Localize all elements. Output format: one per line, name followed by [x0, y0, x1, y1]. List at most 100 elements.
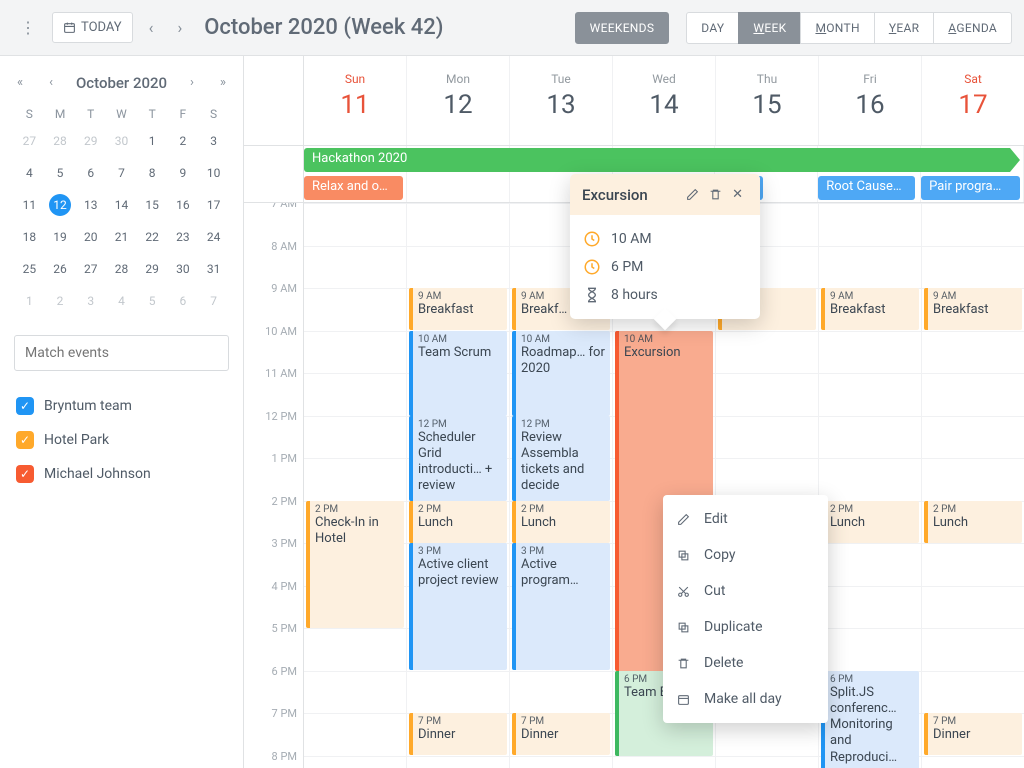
mini-cal-day[interactable]: 30 [106, 125, 137, 157]
mini-cal-day[interactable]: 31 [198, 253, 229, 285]
menu-copy[interactable]: Copy [663, 537, 828, 573]
calendar-event[interactable]: 9 AMBreakfast [924, 288, 1022, 330]
mini-cal-day[interactable]: 2 [45, 285, 76, 317]
resource-item[interactable]: ✓Bryntum team [14, 389, 229, 423]
menu-icon[interactable]: ⋮ [12, 10, 44, 45]
delete-icon[interactable] [704, 185, 727, 204]
mini-cal-day[interactable]: 1 [14, 285, 45, 317]
mini-cal-day[interactable]: 22 [137, 221, 168, 253]
allday-event[interactable]: Pair progra… [921, 176, 1020, 200]
mini-cal-day[interactable]: 10 [198, 157, 229, 189]
calendar-event[interactable]: 12 PMScheduler Grid introducti… + review [409, 416, 507, 501]
allday-event[interactable]: Hackathon 2020 [304, 148, 1020, 172]
today-button[interactable]: TODAY [52, 12, 133, 43]
resource-item[interactable]: ✓Michael Johnson [14, 457, 229, 491]
resource-item[interactable]: ✓Hotel Park [14, 423, 229, 457]
menu-edit[interactable]: Edit [663, 501, 828, 537]
mini-cal-day[interactable]: 27 [14, 125, 45, 157]
weekends-toggle[interactable]: WEEKENDS [575, 12, 670, 44]
mini-cal-day[interactable]: 19 [45, 221, 76, 253]
mini-cal-day[interactable]: 2 [168, 125, 199, 157]
menu-cut[interactable]: Cut [663, 573, 828, 609]
day-header[interactable]: Fri16 [819, 56, 922, 145]
mini-cal-day[interactable]: 15 [137, 189, 168, 221]
day-column[interactable]: 2 PMCheck-In in Hotel [304, 203, 407, 768]
calendar-event[interactable]: 3 PMActive program… [512, 543, 610, 670]
menu-make-all-day[interactable]: Make all day [663, 681, 828, 717]
mini-cal-day[interactable]: 28 [45, 125, 76, 157]
next-year-icon[interactable]: » [217, 72, 229, 93]
filter-input[interactable] [14, 335, 229, 371]
calendar-event[interactable]: 10 AMTeam Scrum [409, 331, 507, 416]
mini-cal-day[interactable]: 6 [75, 157, 106, 189]
prev-year-icon[interactable]: « [14, 72, 26, 93]
day-header[interactable]: Sat17 [922, 56, 1024, 145]
mini-cal-day[interactable]: 7 [198, 285, 229, 317]
mini-cal-day[interactable]: 13 [75, 189, 106, 221]
calendar-event[interactable]: 10 AMRoadmap… for 2020 [512, 331, 610, 416]
view-month[interactable]: MONTH [800, 12, 874, 44]
mini-cal-day[interactable]: 9 [168, 157, 199, 189]
mini-cal-day[interactable]: 26 [45, 253, 76, 285]
prev-icon[interactable]: ‹ [141, 10, 162, 45]
mini-cal-day[interactable]: 20 [75, 221, 106, 253]
day-header[interactable]: Sun11 [304, 56, 407, 145]
calendar-event[interactable]: 2 PMLunch [821, 501, 919, 543]
mini-cal-day[interactable]: 29 [75, 125, 106, 157]
mini-cal-day[interactable]: 27 [75, 253, 106, 285]
allday-event[interactable]: Root Cause… [818, 176, 915, 200]
day-column[interactable]: 9 AMBreakfast 2 PMLunch 7 PMDinner [922, 203, 1024, 768]
menu-delete[interactable]: Delete [663, 645, 828, 681]
day-header[interactable]: Mon12 [407, 56, 510, 145]
view-day[interactable]: DAY [686, 12, 739, 44]
day-header[interactable]: Tue13 [510, 56, 613, 145]
calendar-event[interactable]: 9 AMBreakfast [821, 288, 919, 330]
day-header[interactable]: Wed14 [613, 56, 716, 145]
next-icon[interactable]: › [169, 10, 190, 45]
close-icon[interactable]: ✕ [727, 184, 748, 205]
mini-cal-day[interactable]: 23 [168, 221, 199, 253]
mini-cal-day[interactable]: 7 [106, 157, 137, 189]
calendar-event[interactable]: 2 PMLunch [512, 501, 610, 543]
mini-cal-day[interactable]: 28 [106, 253, 137, 285]
calendar-event[interactable]: 2 PMCheck-In in Hotel [306, 501, 404, 628]
mini-cal-day[interactable]: 18 [14, 221, 45, 253]
mini-cal-day[interactable]: 6 [168, 285, 199, 317]
calendar-event[interactable]: 7 PMDinner [924, 713, 1022, 755]
calendar-event[interactable]: 7 PMDinner [409, 713, 507, 755]
mini-cal-day[interactable]: 5 [137, 285, 168, 317]
menu-duplicate[interactable]: Duplicate [663, 609, 828, 645]
calendar-event[interactable]: 12 PMReview Assembla tickets and decide [512, 416, 610, 501]
mini-cal-day[interactable]: 25 [14, 253, 45, 285]
mini-cal-day[interactable]: 29 [137, 253, 168, 285]
calendar-event[interactable]: 2 PMLunch [409, 501, 507, 543]
mini-cal-day[interactable]: 14 [106, 189, 137, 221]
mini-cal-day[interactable]: 17 [198, 189, 229, 221]
mini-cal-day[interactable]: 11 [14, 189, 45, 221]
mini-cal-day[interactable]: 30 [168, 253, 199, 285]
edit-icon[interactable] [681, 185, 704, 204]
mini-cal-day[interactable]: 4 [106, 285, 137, 317]
mini-cal-day[interactable]: 21 [106, 221, 137, 253]
mini-cal-day[interactable]: 16 [168, 189, 199, 221]
calendar-event[interactable]: 9 AMBreakfast [409, 288, 507, 330]
view-week[interactable]: WEEK [738, 12, 801, 44]
view-year[interactable]: YEAR [874, 12, 934, 44]
mini-cal-day[interactable]: 3 [198, 125, 229, 157]
calendar-event[interactable]: 6 PMSplit.JS conferenc… Monitoring and R… [821, 671, 919, 768]
mini-cal-day[interactable]: 5 [45, 157, 76, 189]
calendar-event[interactable]: 2 PMLunch [924, 501, 1022, 543]
mini-cal-day[interactable]: 8 [137, 157, 168, 189]
calendar-event[interactable]: 7 PMDinner [512, 713, 610, 755]
day-header[interactable]: Thu15 [716, 56, 819, 145]
mini-cal-day[interactable]: 12 [45, 189, 76, 221]
calendar-event[interactable]: 3 PMActive client project review [409, 543, 507, 670]
mini-calendar[interactable]: SMTWTFS 27282930123456789101112131415161… [14, 103, 229, 317]
mini-cal-day[interactable]: 4 [14, 157, 45, 189]
allday-event[interactable]: Relax and o… [304, 176, 403, 200]
day-column[interactable]: 9 AMBreakfast10 AMTeam Scrum12 PMSchedul… [407, 203, 510, 768]
mini-cal-day[interactable]: 3 [75, 285, 106, 317]
prev-month-icon[interactable]: ‹ [46, 72, 56, 93]
view-agenda[interactable]: AGENDA [933, 12, 1012, 44]
next-month-icon[interactable]: › [187, 72, 197, 93]
